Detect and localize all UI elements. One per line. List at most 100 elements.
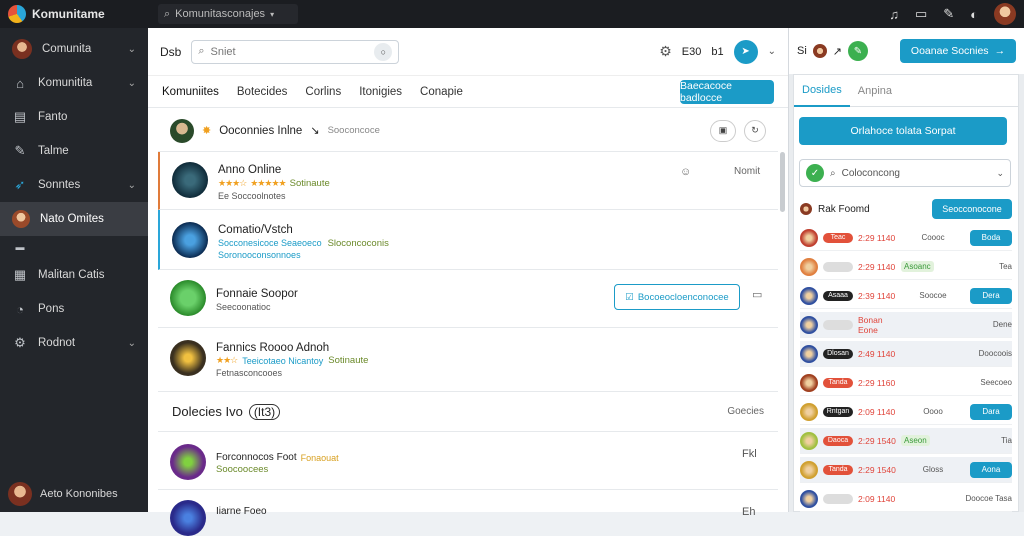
dropdown-icon[interactable]: ↘ (310, 124, 319, 137)
list-header: ✸ Ooconnies Inlne ↘ Sooconcoce ▣ ↻ (158, 110, 778, 152)
rank-badge: Tanda (823, 377, 853, 388)
leaderboard-row[interactable]: Rntgan 2:09 1140 Oooo Dara (800, 399, 1012, 425)
community-card[interactable]: Fannics Roooo Adnoh ★★☆ Teeicotaeo Nican… (158, 328, 778, 392)
leaderboard-row[interactable]: 2:09 1140 Doocoe Tasa (800, 486, 1012, 512)
leaderboard-row[interactable]: Teac 2:29 1140 Coooc Boda (800, 225, 1012, 251)
sidebar-item-more[interactable]: ▬ (0, 236, 148, 258)
tab-komuniites[interactable]: Komuniites (162, 86, 219, 98)
right-panel: Si ↗ ✎ Ooanae Socnies → Dosides Anpina Or… (788, 28, 1024, 512)
community-card[interactable]: Iiarne Foeo Eh (158, 490, 778, 536)
section-header: Dolecies Ivo (It3) Goecies (158, 392, 778, 432)
card-tag: Fonaouat (300, 452, 339, 463)
sidebar-footer[interactable]: Aeto Kononibes (0, 482, 148, 506)
community-card[interactable]: Forconnocos Foot Fonaouat Soocoocees Fkl (158, 432, 778, 490)
filter-icon[interactable]: ○ (374, 42, 393, 61)
row-action-button[interactable]: Dera (969, 287, 1012, 304)
card-title: Forconnocos Foot (216, 452, 297, 463)
leaderboard-row[interactable]: Tanda 2:29 1540 Gloss Aona (800, 457, 1012, 483)
community-avatar (172, 222, 208, 258)
brand[interactable]: Komunitame (0, 5, 148, 23)
section-count: (It3) (248, 403, 281, 420)
right-primary-button[interactable]: Orlahoce tolata Sorpat (799, 117, 1007, 145)
main-tabs: Komuniites Botecides Corlins Itonigies C… (148, 76, 788, 108)
card-subtitle: Socconesicoce Seaeoeco (218, 238, 322, 248)
globe-icon[interactable]: ◐ (970, 7, 978, 22)
rating-stars-2: ★★★★★ (250, 178, 286, 188)
settings-icon[interactable]: ⚙ (659, 43, 672, 60)
score-text: 2:29 1160 (858, 377, 896, 388)
chevron-down-icon[interactable]: ⌄ (768, 46, 776, 57)
scrollbar[interactable] (780, 152, 785, 212)
leaderboard-row[interactable]: Dlosan 2:49 1140 Doocoois (800, 341, 1012, 367)
card-subtitle: Sotinaute (289, 178, 330, 189)
user-avatar[interactable] (994, 3, 1016, 25)
row-action-button[interactable]: Dara (969, 403, 1012, 420)
search-input[interactable]: ⌕ Sniet ○ (191, 39, 400, 64)
row-action-button[interactable]: Boda (970, 229, 1012, 246)
top-search[interactable]: ⌕ Komunitasconajes ▾ (158, 4, 298, 24)
sidebar-item-nato-omites[interactable]: Nato Omites (0, 202, 148, 236)
primary-action-button[interactable]: Baecacoce badlocce (680, 79, 774, 104)
leaderboard-row[interactable]: Daoca 2:29 1540 Aseon Tia (800, 428, 1012, 454)
sidebar-item-fanto[interactable]: ▤ Fanto (0, 100, 148, 134)
user-avatar (12, 39, 32, 59)
join-button[interactable]: ☑ Bocoeocloenconocee (614, 284, 740, 310)
pen-icon[interactable]: ✎ (943, 6, 954, 22)
sidebar-item-komunitita[interactable]: ⌂ Komunitita ⌄ (0, 66, 148, 100)
edit-button[interactable]: ✎ (848, 41, 868, 61)
arrow-icon[interactable]: ↗ (833, 45, 842, 58)
leaderboard-row[interactable]: Asaaa 2:39 1140 Soocoe Dera (800, 283, 1012, 309)
sidebar-item-sonntes[interactable]: ➶ Sonntes ⌄ (0, 168, 148, 202)
right-header-button[interactable]: Ooanae Socnies → (900, 39, 1016, 63)
community-card[interactable]: Fonnaie Soopor Seecoonatioc ☑ Bocoeocloen… (158, 270, 778, 328)
player-avatar (800, 286, 818, 305)
card-title: Anno Online (218, 164, 282, 176)
right-tabs: Dosides Anpina (794, 75, 1018, 107)
join-button-label: Bocoeocloenconocee (637, 291, 729, 303)
sidebar-item-rodnot[interactable]: ⚙ Rodnot ⌄ (0, 326, 148, 360)
card-side-text: Nomit (734, 166, 761, 177)
book-icon[interactable]: ▭ (915, 6, 927, 22)
save-icon[interactable]: ▣ (710, 119, 736, 142)
bell-icon[interactable]: ♫ (889, 7, 899, 22)
tab-itonigies[interactable]: Itonigies (359, 86, 402, 98)
card-meta: Fetnasconcooes (216, 368, 283, 378)
chevron-down-icon: ⌄ (127, 77, 136, 89)
sidebar-item-talme[interactable]: ✎ Talme (0, 134, 148, 168)
sidebar-item-label: Talme (38, 145, 69, 157)
refresh-icon[interactable]: ↻ (744, 119, 766, 142)
leaderboard-row[interactable]: Tanda 2:29 1160 Seecoeo (800, 370, 1012, 396)
right-search[interactable]: ✓ ⌕ Coloconcong ⌄ (799, 159, 1011, 187)
header-status: E30 (681, 45, 702, 58)
more-icon[interactable]: ▭ (752, 288, 762, 301)
community-avatar (170, 280, 206, 316)
emoji-icon[interactable]: ☺ (680, 166, 691, 178)
app-logo-icon (8, 5, 26, 23)
community-card[interactable]: Comatio/Vstch Socconesicoce Seaeoeco Slo… (158, 210, 778, 270)
leaderboard-row[interactable]: 2:29 1140 Asoanc Tea (800, 254, 1012, 280)
tab-anpina[interactable]: Anpina (850, 75, 900, 107)
row-action-button[interactable]: Aona (969, 461, 1012, 478)
rating-stars: ★★★☆ (218, 178, 247, 188)
sidebar-item-pons[interactable]: ◔ Pons (0, 292, 148, 326)
card-subtitle: Teeicotaeo Nicantoy (242, 355, 324, 366)
rank-badge: Asaaa (823, 290, 853, 301)
play-button[interactable]: ➤ (733, 39, 758, 64)
tab-botecides[interactable]: Botecides (237, 86, 288, 98)
community-card[interactable]: Anno Online ★★★☆ ★★★★★ Sotinaute Ee Socc… (158, 152, 778, 210)
search-placeholder: Sniet (210, 45, 236, 58)
tab-conapie[interactable]: Conapie (420, 86, 463, 98)
tab-dosides[interactable]: Dosides (794, 75, 850, 107)
main-panel: Dsb ⌕ Sniet ○ ⚙ E30 b1 ➤ ⌄ Komuniites Bo… (148, 28, 788, 536)
card-subtitle-2: Sloconcoconis (327, 238, 389, 249)
list-action-button[interactable]: Seocconocone (932, 199, 1012, 219)
sidebar-item-comunita[interactable]: Comunita ⌄ (0, 32, 148, 66)
section-right[interactable]: Goecies (727, 406, 764, 417)
leaderboard-row[interactable]: Bonan Eone Dene (800, 312, 1012, 338)
card-meta: Seecoonatioc (216, 302, 271, 312)
card-title: Fonnaie Soopor (216, 288, 298, 300)
row-label: Gloss (922, 465, 944, 474)
tab-corlins[interactable]: Corlins (305, 86, 341, 98)
sidebar-item-malitan-catis[interactable]: ▦ Malitan Catis (0, 258, 148, 292)
player-avatar (800, 257, 818, 276)
